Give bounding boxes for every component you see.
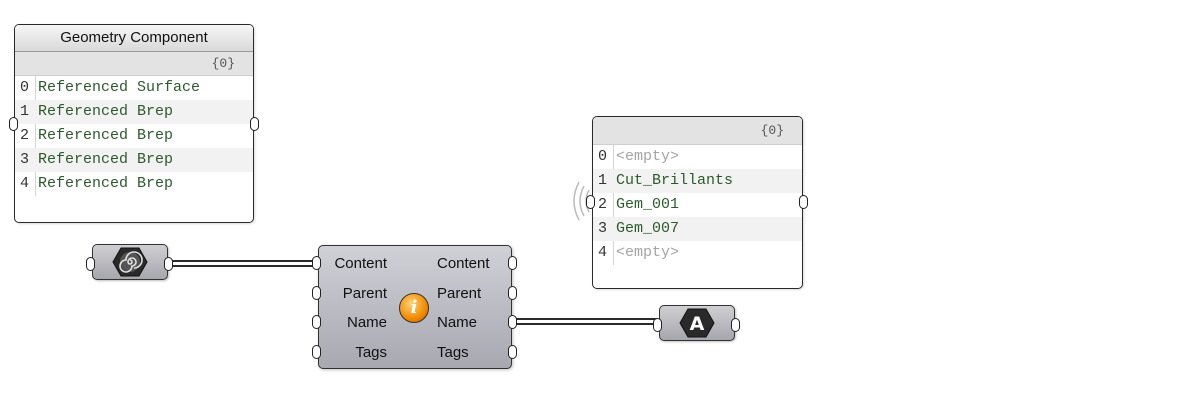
text-param-input-grip[interactable]: [653, 318, 662, 332]
geometry-param-output-grip[interactable]: [164, 257, 173, 271]
geometry-param-input-grip[interactable]: [86, 257, 95, 271]
output-name-grip[interactable]: [508, 315, 517, 329]
panel-rows: 0 Referenced Surface 1 Referenced Brep 2 Re…: [15, 76, 253, 196]
output-content-grip[interactable]: [508, 256, 517, 270]
input-parent-grip[interactable]: [312, 286, 321, 300]
list-item: 3 Gem_007: [593, 217, 802, 241]
output-parent-grip[interactable]: [508, 286, 517, 300]
input-parent-label: Parent: [342, 285, 387, 302]
names-panel-input-grip[interactable]: [586, 195, 595, 209]
list-item: 0 <empty>: [598, 148, 680, 165]
list-item: 4 <empty>: [598, 244, 680, 261]
svg-text:A: A: [690, 313, 705, 335]
output-content-label: Content: [437, 255, 490, 272]
list-item: 2 Gem_001: [598, 196, 680, 213]
list-item: 1 Cut_Brillants: [593, 169, 802, 193]
input-content-label: Content: [334, 255, 387, 272]
output-parent-label: Parent: [437, 285, 482, 302]
info-icon: i: [399, 293, 429, 323]
input-name-label: Name: [346, 314, 387, 331]
text-param-output-grip[interactable]: [731, 318, 740, 332]
text-param[interactable]: A: [659, 305, 735, 341]
output-tags-grip[interactable]: [508, 345, 517, 359]
panel-rows: 0 <empty> 1 Cut_Brillants 2 Gem_001 3 Gem_00…: [593, 145, 802, 265]
panel-path: {0}: [593, 117, 802, 145]
spiral-hexagon-icon: [112, 247, 148, 277]
letter-a-hexagon-icon: A: [679, 308, 715, 338]
names-panel-output-grip[interactable]: [799, 195, 808, 209]
geometry-panel[interactable]: Geometry Component {0} 0 Referenced Surfa…: [14, 24, 254, 223]
input-name-grip[interactable]: [312, 315, 321, 329]
input-tags-grip[interactable]: [312, 345, 321, 359]
geometry-param[interactable]: [92, 244, 168, 280]
list-item: 2 Referenced Brep: [20, 127, 174, 144]
list-item: 0 Referenced Surface: [20, 79, 201, 96]
wire-geometry-to-content: [170, 260, 316, 267]
input-tags-label: Tags: [355, 344, 387, 361]
panel-path: {0}: [15, 52, 253, 76]
input-content-grip[interactable]: [312, 256, 321, 270]
content-info-component[interactable]: Content Parent Name Tags Content Parent …: [318, 245, 512, 369]
geometry-panel-output-grip[interactable]: [250, 117, 259, 131]
names-panel[interactable]: {0} 0 <empty> 1 Cut_Brillants 2 Gem_001 3 Ge…: [592, 116, 803, 289]
wire-name-to-text-param: [512, 318, 658, 325]
geometry-panel-input-grip[interactable]: [9, 117, 18, 131]
list-item: 3 Referenced Brep: [15, 148, 253, 172]
panel-title: Geometry Component: [15, 25, 253, 52]
list-item: 1 Referenced Brep: [15, 100, 253, 124]
output-name-label: Name: [437, 314, 478, 331]
output-tags-label: Tags: [437, 344, 469, 361]
list-item: 4 Referenced Brep: [20, 175, 174, 192]
